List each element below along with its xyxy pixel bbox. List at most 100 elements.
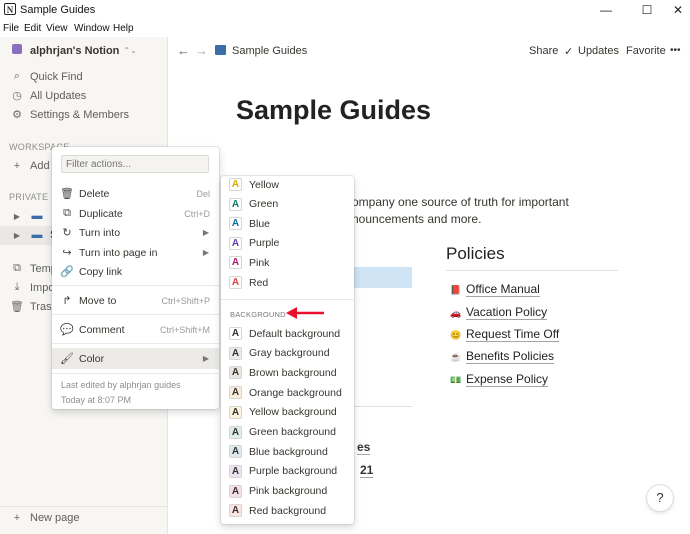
background-default-background[interactable]: A Default background: [229, 324, 354, 343]
menu-help[interactable]: Help: [113, 23, 134, 34]
color-label: Gray background: [249, 347, 330, 360]
policy-benefits[interactable]: ☕ Benefits Policies: [450, 349, 555, 364]
duplicate-icon: ⧉: [63, 207, 71, 219]
filter-actions-input[interactable]: [61, 155, 209, 173]
menu-item-color[interactable]: 🖌 Color ▶: [52, 348, 219, 369]
menu-item-comment[interactable]: 💬 Comment Ctrl+Shift+M: [52, 320, 219, 339]
color-swatch: A: [229, 484, 242, 498]
menu-edit[interactable]: Edit: [24, 23, 41, 34]
menu-file[interactable]: File: [3, 23, 19, 34]
menu-window[interactable]: Window: [74, 23, 110, 34]
color-swatch: A: [229, 197, 242, 211]
color-swatch: A: [229, 178, 242, 191]
sidebar-import[interactable]: ⤓ Impo: [10, 281, 55, 294]
intro-text-line-2[interactable]: nouncements and more.: [352, 212, 481, 226]
templates-icon: ⧉: [13, 262, 21, 274]
import-label: Impo: [30, 281, 55, 294]
color-label: Blue background: [249, 445, 328, 458]
text-color-yellow[interactable]: A Yellow: [229, 175, 354, 194]
workspace-switcher[interactable]: alphrjan's Notion ⌃⌄: [10, 44, 137, 57]
more-options-icon[interactable]: •••: [670, 45, 681, 56]
new-page-button[interactable]: + New page: [10, 512, 80, 524]
color-label: Brown background: [249, 366, 337, 379]
coffee-icon: ☕: [450, 351, 462, 362]
policy-label: Benefits Policies: [466, 349, 555, 364]
download-icon: ⤓: [14, 281, 20, 293]
menu-item-move-to[interactable]: ↱ Move to Ctrl+Shift+P: [52, 291, 219, 310]
policy-request-time-off[interactable]: 😊 Request Time Off: [450, 327, 560, 342]
policy-expense[interactable]: 💵 Expense Policy: [450, 372, 549, 387]
clock-icon: ◷: [12, 90, 22, 102]
sidebar-settings[interactable]: ⚙ Settings & Members: [10, 108, 129, 122]
bottom-link-1[interactable]: es: [357, 440, 371, 455]
background-section-label: BACKGROUND: [230, 310, 286, 319]
car-icon: 🚗: [450, 307, 462, 318]
background-blue-background[interactable]: A Blue background: [229, 442, 354, 461]
menu-shortcut: Ctrl+Shift+M: [159, 324, 210, 335]
color-label: Red background: [249, 504, 327, 517]
background-brown-background[interactable]: A Brown background: [229, 363, 354, 382]
menu-item-turn-into-page-in[interactable]: ↪ Turn into page in ▶: [52, 243, 219, 262]
menu-item-duplicate[interactable]: ⧉ Duplicate Ctrl+D: [52, 204, 219, 223]
back-arrow-icon[interactable]: ←: [177, 43, 190, 58]
sidebar-quick-find[interactable]: ⌕ Quick Find: [10, 70, 83, 83]
forward-arrow-icon[interactable]: →: [195, 43, 208, 58]
sidebar-trash[interactable]: 🗑 Trash: [10, 300, 58, 314]
menu-view[interactable]: View: [46, 23, 68, 34]
bottom-link-2[interactable]: 21: [360, 463, 374, 478]
sidebar-all-updates[interactable]: ◷ All Updates: [10, 89, 86, 103]
sidebar-add[interactable]: + Add: [10, 160, 50, 172]
money-icon: 💵: [450, 374, 462, 385]
color-swatch: A: [229, 445, 242, 459]
share-button[interactable]: Share: [529, 45, 558, 57]
page-title[interactable]: Sample Guides: [236, 95, 431, 126]
chevron-right-icon: ▶: [202, 228, 209, 237]
comment-icon: 💬: [60, 324, 74, 336]
check-icon: ✓: [564, 46, 574, 58]
text-color-blue[interactable]: A Blue: [229, 214, 354, 233]
background-orange-background[interactable]: A Orange background: [229, 383, 354, 402]
breadcrumb-page-icon: [215, 45, 226, 55]
menu-item-label: Color: [79, 352, 105, 365]
policy-office-manual[interactable]: 📕 Office Manual: [450, 282, 540, 297]
color-label: Pink: [249, 256, 270, 269]
updates-button[interactable]: Updates: [578, 45, 619, 57]
maximize-button[interactable]: ☐: [631, 0, 663, 20]
turn-into-page-icon: ↪: [62, 247, 72, 259]
smile-icon: 😊: [450, 329, 462, 340]
sidebar-templates[interactable]: ⧉ Temp: [10, 262, 57, 275]
policies-heading[interactable]: Policies: [446, 244, 505, 264]
gear-icon: ⚙: [12, 109, 22, 121]
menu-item-turn-into[interactable]: ↻ Turn into ▶: [52, 223, 219, 242]
sidebar-page-item-1[interactable]: ▶ ▬: [10, 210, 50, 222]
breadcrumb[interactable]: Sample Guides: [232, 45, 307, 57]
menu-item-copy-link[interactable]: 🔗 Copy link: [52, 262, 219, 281]
close-button[interactable]: ✕: [662, 0, 690, 20]
background-purple-background[interactable]: A Purple background: [229, 462, 354, 481]
text-color-red[interactable]: A Red: [229, 273, 354, 292]
intro-text-line-1[interactable]: ompany one source of truth for important: [352, 195, 569, 209]
new-page-label: New page: [30, 512, 80, 524]
turn-into-icon: ↻: [62, 227, 72, 239]
background-red-background[interactable]: A Red background: [229, 501, 354, 520]
color-swatch: A: [229, 386, 242, 400]
favorite-button[interactable]: Favorite: [626, 45, 666, 57]
text-color-purple[interactable]: A Purple: [229, 234, 354, 253]
help-button[interactable]: ?: [647, 485, 673, 511]
background-green-background[interactable]: A Green background: [229, 423, 354, 442]
background-yellow-background[interactable]: A Yellow background: [229, 403, 354, 422]
text-color-pink[interactable]: A Pink: [229, 253, 354, 272]
text-color-green[interactable]: A Green: [229, 195, 354, 214]
background-pink-background[interactable]: A Pink background: [229, 482, 354, 501]
background-gray-background[interactable]: A Gray background: [229, 344, 354, 363]
chevron-right-icon: ▶: [202, 354, 209, 363]
minimize-button[interactable]: —: [590, 0, 622, 20]
color-label: Red: [249, 276, 269, 289]
page-icon: ▬: [31, 229, 43, 241]
menu-separator: [52, 285, 219, 286]
menu-item-label: Copy link: [79, 265, 123, 278]
menu-item-delete[interactable]: 🗑 Delete Del: [52, 184, 219, 203]
policy-vacation[interactable]: 🚗 Vacation Policy: [450, 305, 548, 320]
last-edited-time: Today at 8:07 PM: [61, 395, 132, 405]
last-edited-by: Last edited by alphrjan guides: [61, 380, 181, 390]
